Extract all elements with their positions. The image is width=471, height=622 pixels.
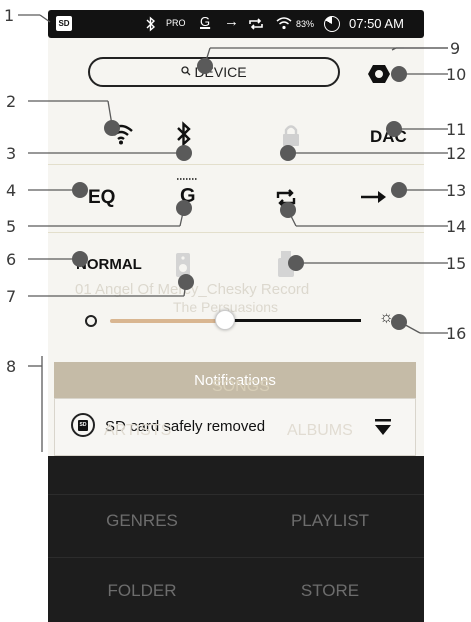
callout-16: 16 (446, 324, 467, 343)
callout-4: 4 (6, 181, 17, 200)
callout-10: 10 (446, 65, 467, 84)
callout-2: 2 (6, 92, 17, 111)
callout-14: 14 (446, 217, 467, 236)
callout-15: 15 (446, 254, 467, 273)
callout-11: 11 (446, 120, 467, 139)
callout-1: 1 (4, 6, 15, 25)
callout-lines (18, 14, 448, 452)
callout-13: 13 (446, 181, 467, 200)
callout-5: 5 (6, 217, 17, 236)
callout-7: 7 (6, 287, 17, 306)
callout-3: 3 (6, 144, 17, 163)
callout-6: 6 (6, 250, 17, 269)
callout-8: 8 (6, 357, 17, 376)
callout-12: 12 (446, 144, 467, 163)
callout-9: 9 (450, 39, 461, 58)
